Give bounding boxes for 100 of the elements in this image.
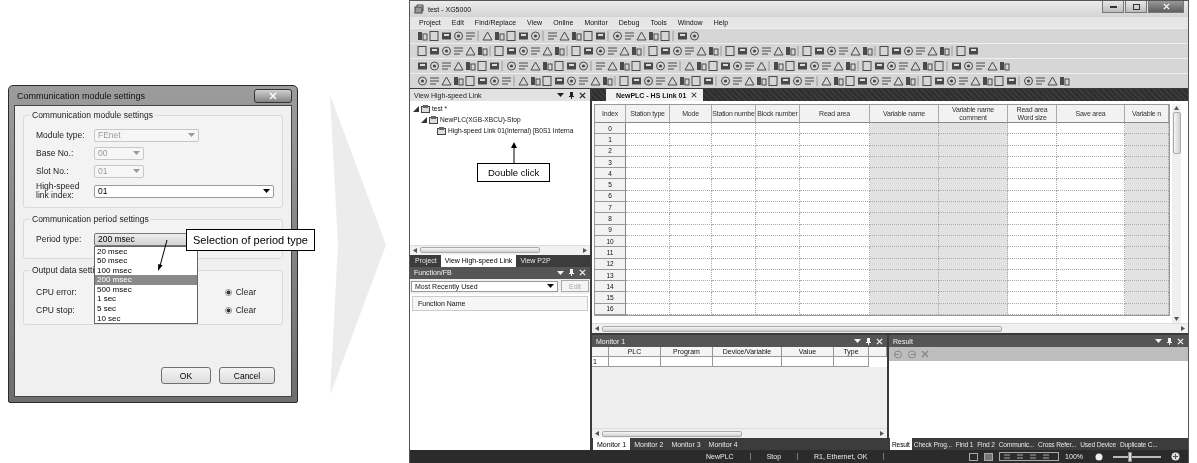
expand-arrow-icon[interactable] bbox=[421, 116, 427, 123]
table-cell[interactable] bbox=[1008, 247, 1057, 259]
table-cell[interactable] bbox=[626, 145, 670, 157]
table-cell[interactable] bbox=[1008, 145, 1057, 157]
table-cell[interactable] bbox=[756, 281, 800, 293]
scroll-right-icon[interactable] bbox=[1181, 326, 1185, 331]
table-cell[interactable] bbox=[1008, 123, 1057, 135]
zoom-out-icon[interactable] bbox=[1095, 452, 1103, 461]
table-cell[interactable] bbox=[1057, 202, 1125, 214]
table-cell[interactable] bbox=[1057, 134, 1125, 146]
scroll-thumb[interactable] bbox=[602, 325, 1002, 332]
table-cell[interactable] bbox=[712, 134, 756, 146]
table-cell[interactable] bbox=[1008, 292, 1057, 304]
scroll-up-icon[interactable] bbox=[1174, 106, 1179, 110]
table-cell[interactable] bbox=[712, 123, 756, 135]
table-cell[interactable] bbox=[670, 292, 712, 304]
table-cell[interactable] bbox=[670, 247, 712, 259]
close-button[interactable] bbox=[254, 88, 292, 103]
table-cell[interactable] bbox=[1057, 168, 1125, 180]
table-cell[interactable] bbox=[670, 134, 712, 146]
table-cell[interactable] bbox=[800, 224, 870, 236]
dropdown-option[interactable]: 10 sec bbox=[95, 313, 197, 324]
table-cell[interactable] bbox=[756, 258, 800, 270]
scroll-left-icon[interactable] bbox=[595, 326, 599, 331]
table-cell[interactable] bbox=[800, 202, 870, 214]
scroll-right-icon[interactable] bbox=[880, 431, 884, 436]
table-cell[interactable] bbox=[670, 179, 712, 191]
table-cell[interactable] bbox=[1008, 134, 1057, 146]
expand-arrow-icon[interactable] bbox=[413, 105, 419, 112]
table-cell[interactable] bbox=[626, 123, 670, 135]
table-cell[interactable] bbox=[800, 168, 870, 180]
table-cell[interactable] bbox=[800, 213, 870, 225]
table-cell[interactable] bbox=[756, 134, 800, 146]
table-cell[interactable] bbox=[1008, 168, 1057, 180]
table-cell[interactable] bbox=[782, 357, 834, 367]
table-cell[interactable] bbox=[661, 357, 713, 367]
scrollbar[interactable] bbox=[1172, 104, 1181, 323]
table-cell[interactable] bbox=[712, 179, 756, 191]
table-cell[interactable] bbox=[712, 258, 756, 270]
table-cell[interactable] bbox=[712, 202, 756, 214]
table-cell[interactable] bbox=[670, 281, 712, 293]
zoom-in-icon[interactable] bbox=[1171, 452, 1180, 461]
table-cell[interactable] bbox=[800, 281, 870, 293]
table-cell[interactable] bbox=[712, 145, 756, 157]
table-cell[interactable] bbox=[712, 213, 756, 225]
table-cell[interactable] bbox=[712, 281, 756, 293]
table-cell[interactable] bbox=[1008, 258, 1057, 270]
table-cell[interactable] bbox=[800, 292, 870, 304]
table-cell[interactable] bbox=[670, 202, 712, 214]
dropdown-option[interactable]: 1 sec bbox=[95, 294, 197, 305]
table-cell[interactable] bbox=[756, 145, 800, 157]
table-cell[interactable] bbox=[626, 134, 670, 146]
table-cell[interactable] bbox=[1057, 247, 1125, 259]
table-cell[interactable] bbox=[712, 292, 756, 304]
table-cell[interactable] bbox=[1057, 281, 1125, 293]
table-cell[interactable] bbox=[670, 145, 712, 157]
scroll-left-icon[interactable] bbox=[413, 247, 417, 253]
dropdown-option[interactable]: 5 sec bbox=[95, 304, 197, 314]
scroll-down-icon[interactable] bbox=[1174, 317, 1179, 321]
table-cell[interactable] bbox=[800, 247, 870, 259]
radio-button[interactable] bbox=[224, 288, 232, 296]
table-cell[interactable] bbox=[712, 247, 756, 259]
table-cell[interactable] bbox=[712, 224, 756, 236]
table-cell[interactable] bbox=[626, 258, 670, 270]
table-cell[interactable] bbox=[670, 224, 712, 236]
scroll-thumb[interactable] bbox=[1172, 112, 1181, 154]
table-cell[interactable] bbox=[756, 168, 800, 180]
table-cell[interactable] bbox=[1057, 123, 1125, 135]
table-cell[interactable] bbox=[670, 123, 712, 135]
scroll-left-icon[interactable] bbox=[595, 431, 599, 436]
table-cell[interactable] bbox=[626, 168, 670, 180]
table-cell[interactable] bbox=[626, 281, 670, 293]
table-cell[interactable] bbox=[670, 258, 712, 270]
table-cell[interactable] bbox=[712, 168, 756, 180]
table-cell[interactable] bbox=[626, 224, 670, 236]
dialog-button[interactable]: Cancel bbox=[219, 367, 275, 384]
table-cell[interactable] bbox=[1057, 179, 1125, 191]
table-cell[interactable] bbox=[626, 292, 670, 304]
table-cell[interactable] bbox=[800, 179, 870, 191]
dropdown-option[interactable]: 50 msec bbox=[95, 256, 197, 266]
table-cell[interactable] bbox=[626, 247, 670, 259]
table-cell[interactable] bbox=[1057, 145, 1125, 157]
table-cell[interactable] bbox=[1008, 213, 1057, 225]
table-cell[interactable] bbox=[756, 224, 800, 236]
scroll-thumb[interactable] bbox=[602, 430, 742, 437]
table-cell[interactable] bbox=[1057, 292, 1125, 304]
table-cell[interactable] bbox=[800, 145, 870, 157]
table-cell[interactable] bbox=[626, 202, 670, 214]
scrollbar[interactable] bbox=[592, 428, 887, 438]
table-cell[interactable] bbox=[609, 357, 661, 367]
dialog-button[interactable]: OK bbox=[161, 367, 211, 384]
dropdown-option[interactable]: 500 msec bbox=[95, 284, 197, 295]
table-cell[interactable] bbox=[756, 202, 800, 214]
scrollbar[interactable] bbox=[410, 244, 590, 255]
table-cell[interactable] bbox=[1008, 202, 1057, 214]
scroll-thumb[interactable] bbox=[420, 247, 540, 253]
table-cell[interactable] bbox=[1008, 179, 1057, 191]
scrollbar[interactable] bbox=[592, 323, 1188, 333]
table-cell[interactable] bbox=[756, 213, 800, 225]
table-cell[interactable] bbox=[670, 213, 712, 225]
